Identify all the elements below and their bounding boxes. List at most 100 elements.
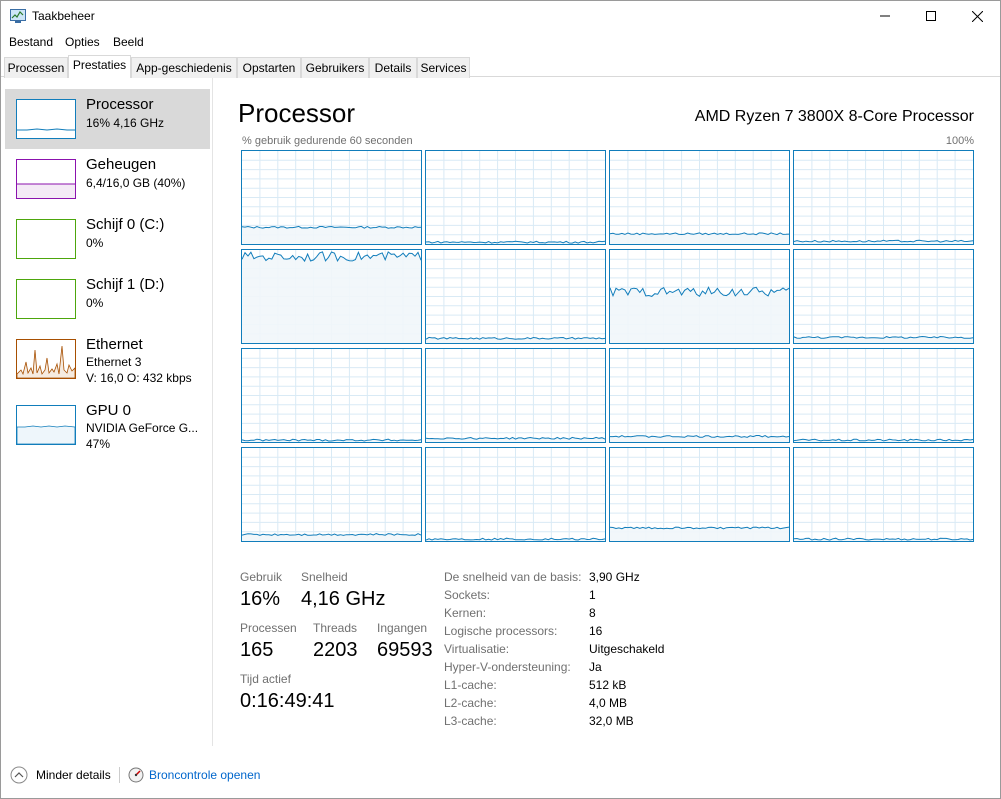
processor-thumbnail-graph xyxy=(17,128,75,131)
chevron-up-icon[interactable] xyxy=(10,766,28,784)
sidebar-item-label: Ethernet xyxy=(86,336,143,353)
task-manager-window: Taakbeheer Bestand Opties Beeld Processe… xyxy=(0,0,1001,799)
core-graph-8 xyxy=(241,348,422,443)
core-usage-area xyxy=(242,251,421,343)
tab-details[interactable]: Details xyxy=(369,57,417,78)
sidebar-item-value: 6,4/16,0 GB (40%) xyxy=(86,176,186,190)
core-graph-4 xyxy=(241,249,422,344)
sidebar-item-adapter: Ethernet 3 xyxy=(86,355,142,369)
core-graph-10 xyxy=(609,348,790,443)
minder-details-button[interactable]: Minder details xyxy=(36,768,111,782)
tab-prestaties[interactable]: Prestaties xyxy=(68,55,131,78)
maximize-button[interactable] xyxy=(908,1,954,31)
detail-value: 4,0 MB xyxy=(589,696,628,710)
tab-opstarten[interactable]: Opstarten xyxy=(237,57,301,78)
minimize-icon xyxy=(880,15,890,17)
sidebar-item-label: Schijf 1 (D:) xyxy=(86,276,165,293)
resource-monitor-icon[interactable] xyxy=(128,767,144,783)
sidebar-item-label: Processor xyxy=(86,96,154,113)
core-graph-12 xyxy=(241,447,422,542)
detail-label: L1-cache: xyxy=(444,678,497,692)
title-bar[interactable]: Taakbeheer xyxy=(1,1,1000,31)
sidebar-item-label: Schijf 0 (C:) xyxy=(86,216,165,233)
core-graph-plot xyxy=(610,349,789,442)
threads-label: Threads xyxy=(313,621,358,635)
gebruik-value: 16% xyxy=(240,588,281,610)
core-graph-plot xyxy=(426,448,605,541)
core-graph-plot xyxy=(426,250,605,343)
core-graph-6 xyxy=(609,249,790,344)
core-graph-0 xyxy=(241,150,422,245)
footer-divider xyxy=(119,767,120,783)
window-title: Taakbeheer xyxy=(32,9,95,23)
detail-value: 512 kB xyxy=(589,678,627,692)
ingangen-label: Ingangen xyxy=(377,621,428,635)
core-graph-plot xyxy=(426,151,605,244)
sidebar-item-geheugen[interactable]: Geheugen 6,4/16,0 GB (40%) xyxy=(5,149,210,209)
menu-bar: Bestand Opties Beeld xyxy=(1,32,1000,52)
graph-max-label: 100% xyxy=(945,135,974,147)
detail-value: Uitgeschakeld xyxy=(589,642,665,656)
snelheid-value: 4,16 GHz xyxy=(301,588,386,610)
menu-opties[interactable]: Opties xyxy=(65,35,100,49)
tijd-actief-value: 0:16:49:41 xyxy=(240,690,335,712)
core-graph-plot xyxy=(242,448,421,541)
ingangen-value: 69593 xyxy=(377,639,433,661)
broncontrole-link[interactable]: Broncontrole openen xyxy=(149,768,260,782)
core-graph-plot xyxy=(242,250,421,343)
tab-services[interactable]: Services xyxy=(417,57,470,78)
tijd-actief-label: Tijd actief xyxy=(240,672,291,686)
core-graph-5 xyxy=(425,249,606,344)
tab-gebruikers[interactable]: Gebruikers xyxy=(301,57,369,78)
detail-value: 1 xyxy=(589,588,596,602)
sidebar-item-label: Geheugen xyxy=(86,156,157,173)
core-graph-13 xyxy=(425,447,606,542)
sidebar-item-gpu-0[interactable]: GPU 0 NVIDIA GeForce G... 47% xyxy=(5,395,210,455)
sidebar-item-ethernet[interactable]: Ethernet Ethernet 3 V: 16,0 O: 432 kbps xyxy=(5,329,210,389)
processor-panel: Processor AMD Ryzen 7 3800X 8-Core Proce… xyxy=(214,78,1000,746)
sidebar-item-processor[interactable]: Processor 16% 4,16 GHz xyxy=(5,89,210,149)
detail-label: De snelheid van de basis: xyxy=(444,570,582,584)
core-graph-7 xyxy=(793,249,974,344)
task-manager-icon xyxy=(10,9,26,23)
core-graph-9 xyxy=(425,348,606,443)
tab-strip: Processen Prestaties App-geschiedenis Op… xyxy=(1,55,1000,78)
core-graph-2 xyxy=(609,150,790,245)
tab-processen[interactable]: Processen xyxy=(4,57,68,78)
menu-beeld[interactable]: Beeld xyxy=(113,35,144,49)
sidebar-item-schijf-1[interactable]: Schijf 1 (D:) 0% xyxy=(5,269,210,329)
core-graph-plot xyxy=(794,250,973,343)
sidebar-item-schijf-0[interactable]: Schijf 0 (C:) 0% xyxy=(5,209,210,269)
footer-bar: Minder details Broncontrole openen xyxy=(1,763,1000,787)
minimize-button[interactable] xyxy=(862,1,908,31)
detail-value: 3,90 GHz xyxy=(589,570,640,584)
core-graph-14 xyxy=(609,447,790,542)
core-usage-area xyxy=(610,527,789,541)
core-graph-3 xyxy=(793,150,974,245)
close-icon xyxy=(971,10,983,22)
detail-label: L3-cache: xyxy=(444,714,497,728)
detail-label: Virtualisatie: xyxy=(444,642,510,656)
sidebar-item-adapter: NVIDIA GeForce G... xyxy=(86,421,199,435)
core-graph-11 xyxy=(793,348,974,443)
core-graph-plot xyxy=(242,349,421,442)
detail-value: 32,0 MB xyxy=(589,714,634,728)
sidebar-item-value: 0% xyxy=(86,296,104,310)
memory-thumbnail xyxy=(16,159,76,199)
sidebar-item-value: 16% 4,16 GHz xyxy=(86,116,165,130)
menu-bestand[interactable]: Bestand xyxy=(9,35,53,49)
snelheid-label: Snelheid xyxy=(301,570,348,584)
sidebar-item-value: 0% xyxy=(86,236,104,250)
threads-value: 2203 xyxy=(313,639,358,661)
graph-caption: % gebruik gedurende 60 seconden xyxy=(242,135,413,147)
maximize-icon xyxy=(926,11,936,21)
memory-thumbnail-graph xyxy=(17,183,75,198)
detail-label: Kernen: xyxy=(444,606,487,620)
tab-app-geschiedenis[interactable]: App-geschiedenis xyxy=(131,57,237,78)
ethernet-thumbnail-graph xyxy=(17,345,75,378)
sidebar-item-value: V: 16,0 O: 432 kbps xyxy=(86,371,192,385)
sidebar-item-label: GPU 0 xyxy=(86,402,132,419)
core-graph-plot xyxy=(426,349,605,442)
close-button[interactable] xyxy=(954,1,1000,31)
detail-value: Ja xyxy=(589,660,602,674)
